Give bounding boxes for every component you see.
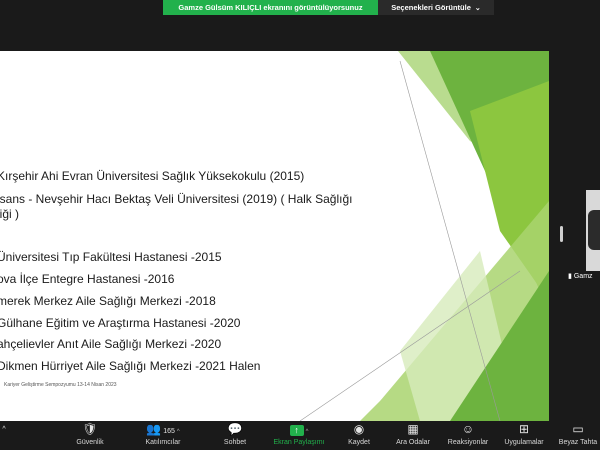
shield-icon: 🛡 [82,422,98,436]
breakout-rooms-icon: ▦ [407,422,419,436]
participants-label: Katılımcılar [145,439,181,446]
whiteboard-icon: ▭ [572,422,584,436]
participants-button[interactable]: 👥 165 ^ Katılımcılar [128,421,198,450]
caret-up-icon: ^ [176,429,180,435]
share-screen-button[interactable]: ↑ ^ Ekran Paylaşımı [268,421,330,450]
slide-line-5: ova İlçe Entegre Hastanesi -2016 [0,272,175,286]
apps-button[interactable]: ⊞ Uygulamalar [498,421,550,450]
slide-footer: Kariyer Geliştirme Sempozyumu 13-14 Nisa… [4,382,117,388]
participant-name-bar: ▮ Gamz [566,271,600,283]
signal-bars-icon: ▮ [568,273,572,280]
security-button[interactable]: 🛡 Güvenlik [60,421,120,450]
chat-label: Sohbet [223,439,247,446]
slide-line-1: Kırşehir Ahi Evran Üniversitesi Sağlık Y… [0,169,305,183]
participant-video-thumbnail[interactable] [586,190,600,283]
whiteboard-label: Beyaz Tahta [558,439,598,446]
slide-line-9: Dikmen Hürriyet Aile Sağlığı Merkezi -20… [0,359,261,373]
record-label: Kaydet [348,439,370,446]
security-label: Güvenlik [76,439,104,446]
view-options-button[interactable]: Seçenekleri Görüntüle ⌄ [378,0,494,15]
reactions-label: Reaksiyonlar [447,439,489,446]
slide-line-4: Üniversitesi Tıp Fakültesi Hastanesi -20… [0,250,222,264]
share-screen-icon: ↑ [289,425,304,436]
reactions-icon: ☺ [461,422,475,436]
share-screen-label: Ekran Paylaşımı [273,439,325,446]
chevron-up-icon[interactable]: ^ [0,421,8,450]
chat-button[interactable]: 💬 Sohbet [210,421,260,450]
breakout-rooms-label: Ara Odalar [396,439,430,446]
apps-icon: ⊞ [518,422,530,436]
caret-up-icon: ^ [305,429,309,435]
slide-line-2: isans - Nevşehir Hacı Bektaş Veli Üniver… [0,192,353,206]
participant-name: Gamz [573,273,593,280]
participant-video [588,210,600,250]
meeting-toolbar: ^ 🛡 Güvenlik 👥 165 ^ Katılımcılar 💬 Sohbet… [0,421,600,450]
record-button[interactable]: ◉ Kaydet [338,421,380,450]
breakout-rooms-button[interactable]: ▦ Ara Odalar [388,421,438,450]
slide-line-8: ahçelievler Anıt Aile Sağlığı Merkezi -2… [0,337,222,351]
slide-line-7: Gülhane Eğitim ve Araştırma Hastanesi -2… [0,316,241,330]
participants-count: 165 [163,428,175,435]
top-bar: Gamze Gülsüm KILIÇLI ekranını görüntülüy… [0,0,600,16]
dark-margin [0,16,600,51]
reactions-button[interactable]: ☺ Reaksiyonlar [442,421,494,450]
view-options-label: Seçenekleri Görüntüle [391,3,471,12]
screen-share-banner: Gamze Gülsüm KILIÇLI ekranını görüntülüy… [163,0,378,15]
slide-line-6: merek Merkez Aile Sağlığı Merkezi -2018 [0,294,216,308]
shared-slide: Kırşehir Ahi Evran Üniversitesi Sağlık Y… [0,51,549,421]
record-icon: ◉ [353,422,365,436]
slide-line-3: liği ) [0,207,20,221]
apps-label: Uygulamalar [504,439,544,446]
participants-icon: 👥 [146,422,162,436]
whiteboard-button[interactable]: ▭ Beyaz Tahta [556,421,600,450]
chat-icon: 💬 [227,422,243,436]
chevron-down-icon: ⌄ [474,5,481,12]
panel-resize-handle[interactable] [560,226,563,242]
